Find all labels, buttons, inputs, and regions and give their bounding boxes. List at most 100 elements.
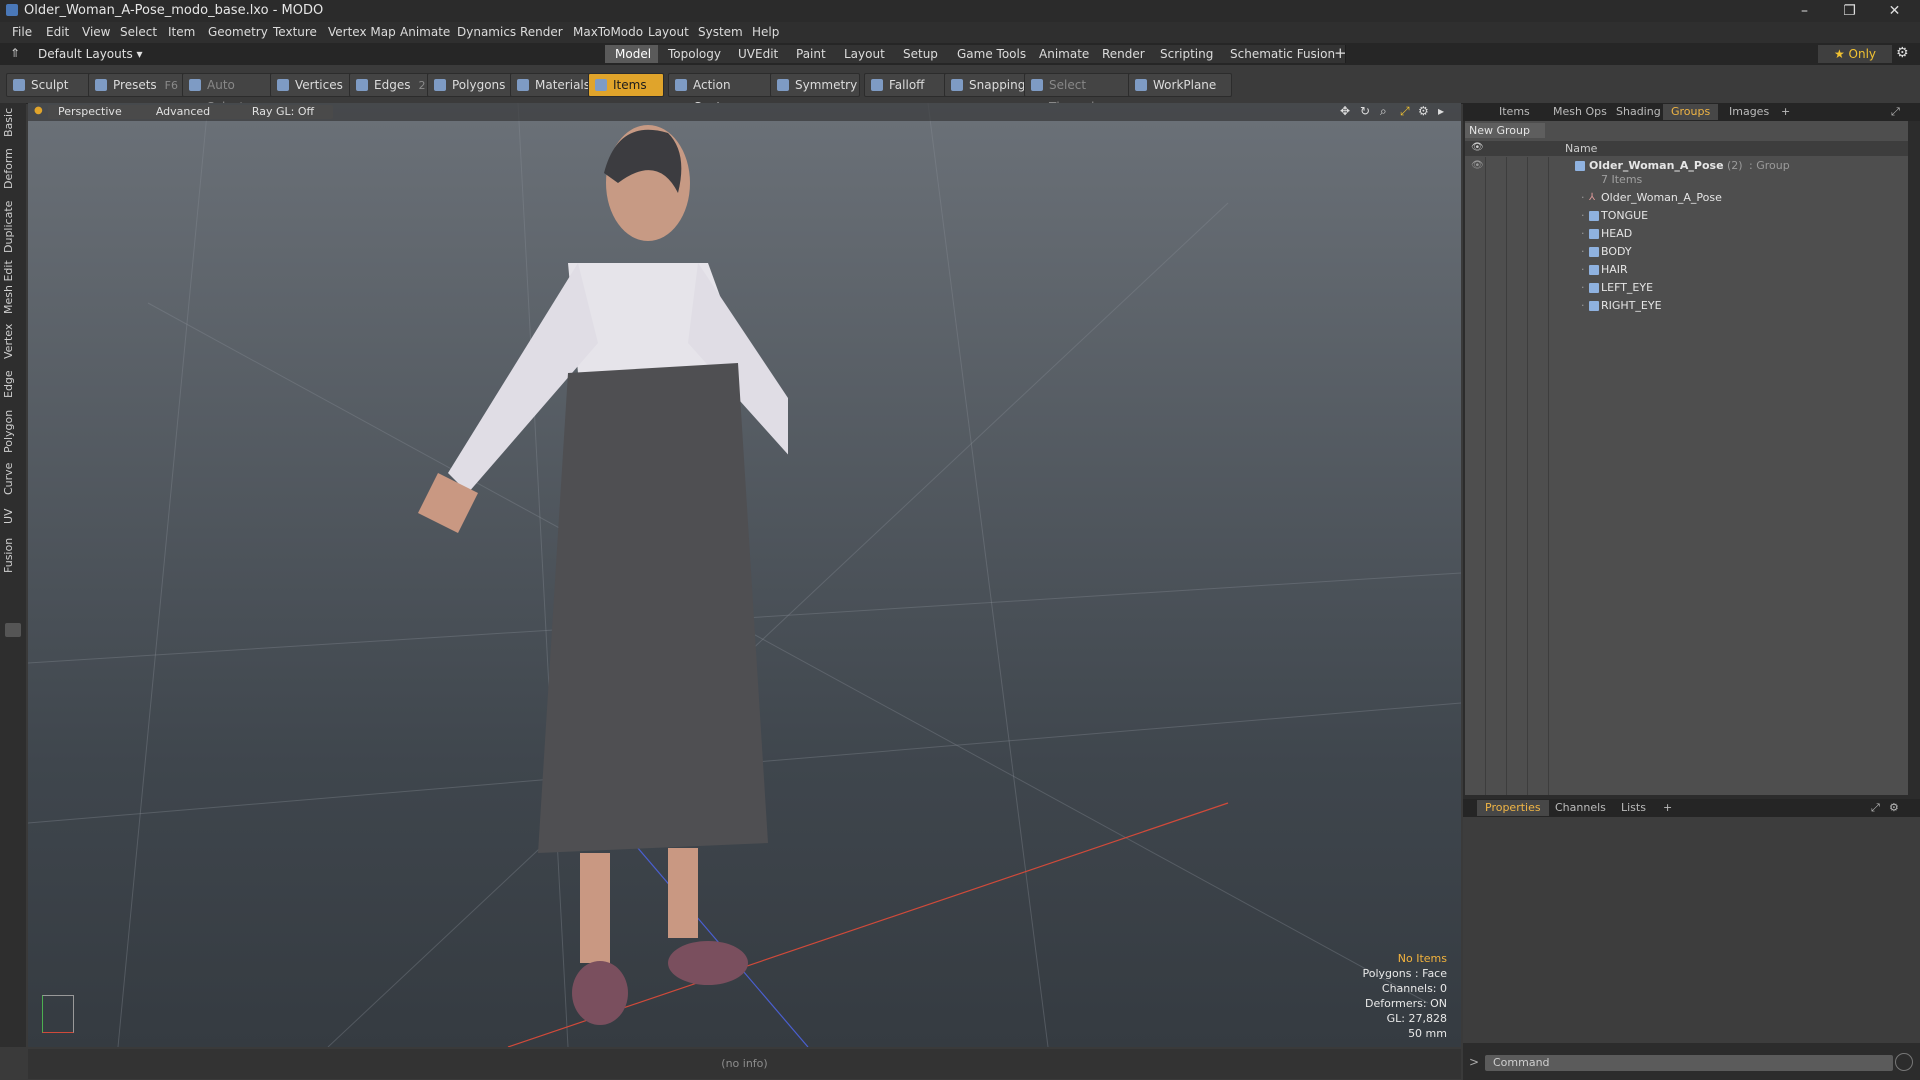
add-bottom-tab-icon[interactable]: + [1655,800,1680,816]
tab-lists[interactable]: Lists [1613,800,1654,816]
list-item[interactable]: · HAIR [1465,261,1908,279]
sidetab-edge[interactable]: Edge [2,365,24,403]
tab-schematic-fusion[interactable]: Schematic Fusion [1220,45,1347,63]
polygons-icon [434,79,446,91]
sidetab-vertex[interactable]: Vertex [2,319,24,363]
sidetab-mesh-edit[interactable]: Mesh Edit [2,259,24,315]
sidetab-fusion[interactable]: Fusion [2,533,24,577]
3d-viewport[interactable]: ● Perspective Advanced Ray GL: Off ✥ ↻ ⌕… [28,103,1461,1047]
visibility-col-icon[interactable]: 👁 [1471,142,1484,153]
sidetab-duplicate[interactable]: Duplicate [2,199,24,255]
fit-view-icon[interactable]: ⤢ [1400,104,1410,119]
add-panel-tab-icon[interactable]: + [1773,104,1798,120]
menu-vertex-map[interactable]: Vertex Map [328,25,396,39]
tab-channels[interactable]: Channels [1547,800,1614,816]
move-view-icon[interactable]: ✥ [1340,104,1350,118]
viewport-expand-icon[interactable]: ▸ [1438,104,1444,118]
command-prompt-icon: > [1469,1055,1480,1069]
menu-select[interactable]: Select [120,25,157,39]
item-label: BODY [1601,245,1632,258]
rotate-view-icon[interactable]: ↻ [1360,104,1370,118]
tab-game-tools[interactable]: Game Tools [947,45,1038,63]
tab-scripting[interactable]: Scripting [1150,45,1225,63]
select-through-button[interactable]: Select Through [1024,73,1138,114]
panel-maximize-icon[interactable]: ⤢ [1883,104,1908,120]
list-item[interactable]: · RIGHT_EYE [1465,297,1908,315]
sidetab-uv[interactable]: UV [2,503,24,529]
action-center-icon [675,79,687,91]
sculpt-button[interactable]: Sculpt [6,73,90,97]
add-tab-button[interactable]: + [1334,44,1347,62]
items-button[interactable]: Items [588,73,664,97]
collapse-icon[interactable]: ⇑ [10,46,20,60]
gear-icon[interactable]: ⚙ [1896,45,1909,61]
shading-dropdown[interactable]: Advanced [128,105,238,119]
menu-help[interactable]: Help [752,25,779,39]
auto-select-button[interactable]: Auto Select [182,73,276,114]
sidetab-polygon[interactable]: Polygon [2,407,24,455]
viewport-menu-icon[interactable]: ● [34,105,43,116]
character-model[interactable] [368,113,788,1033]
bottom-panel-gear-icon[interactable]: ⚙ [1881,800,1907,816]
zoom-view-icon[interactable]: ⌕ [1380,104,1387,119]
list-item[interactable]: · BODY [1465,243,1908,261]
symmetry-button[interactable]: Symmetry [770,73,860,97]
falloff-button[interactable]: Falloff [864,73,948,97]
tab-setup[interactable]: Setup [893,45,949,63]
tab-layout[interactable]: Layout [834,45,896,63]
sidetab-deform[interactable]: Deform [2,145,24,193]
raygl-toggle[interactable]: Ray GL: Off [233,105,333,119]
tab-animate[interactable]: Animate [1029,45,1101,63]
close-button[interactable]: ✕ [1872,0,1917,22]
tab-render[interactable]: Render [1092,45,1156,63]
menu-layout[interactable]: Layout [648,25,689,39]
list-item[interactable]: · TONGUE [1465,207,1908,225]
menu-maxtomodo[interactable]: MaxToModo [573,25,643,39]
viewport-settings-icon[interactable]: ⚙ [1418,104,1429,118]
menu-animate[interactable]: Animate [400,25,450,39]
tab-model[interactable]: Model [605,45,663,63]
menu-item[interactable]: Item [168,25,195,39]
menu-view[interactable]: View [82,25,110,39]
properties-panel [1463,817,1920,1043]
bottom-panel-tabs: Properties Channels Lists + ⤢ ⚙ [1463,799,1920,817]
only-toggle[interactable]: ★ Only [1818,45,1892,63]
tab-topology[interactable]: Topology [658,45,732,63]
list-item[interactable]: · LEFT_EYE [1465,279,1908,297]
new-group-button[interactable]: New Group [1465,123,1545,138]
menu-edit[interactable]: Edit [46,25,69,39]
menu-geometry[interactable]: Geometry [208,25,268,39]
presets-button[interactable]: Presets F6 [88,73,192,97]
restore-button[interactable]: ❐ [1827,0,1872,22]
title-bar: Older_Woman_A-Pose_modo_base.lxo - MODO … [0,0,1920,22]
menu-dynamics[interactable]: Dynamics [457,25,516,39]
tab-paint[interactable]: Paint [786,45,837,63]
default-layouts-dropdown[interactable]: Default Layouts ▾ [38,47,143,61]
command-input[interactable]: Command [1485,1055,1893,1071]
menu-file[interactable]: File [12,25,32,39]
minimize-button[interactable]: – [1782,0,1827,22]
list-header: 👁 Name [1465,141,1908,156]
edges-shortcut: 2 [418,79,426,92]
workplane-button[interactable]: WorkPlane [1128,73,1232,97]
tab-shading[interactable]: Shading [1608,104,1669,120]
name-column-header[interactable]: Name [1565,142,1597,155]
sidetab-curve[interactable]: Curve [2,459,24,499]
command-history-icon[interactable] [1895,1053,1913,1071]
tab-properties[interactable]: Properties [1477,800,1549,816]
tab-items[interactable]: Items [1491,104,1538,120]
menu-render[interactable]: Render [520,25,563,39]
items-count-label: 7 Items [1601,173,1643,186]
tab-uvedit[interactable]: UVEdit [728,45,790,63]
list-item[interactable]: · HEAD [1465,225,1908,243]
action-center-button[interactable]: Action Center [668,73,782,114]
menu-texture[interactable]: Texture [273,25,317,39]
tab-images[interactable]: Images [1721,104,1777,120]
tab-groups[interactable]: Groups [1663,104,1719,120]
menu-system[interactable]: System [698,25,743,39]
sidetab-basic[interactable]: Basic [2,105,24,139]
view-type-dropdown[interactable]: Perspective [48,105,134,119]
tab-mesh-ops[interactable]: Mesh Ops [1545,104,1615,120]
panel-toggle-icon[interactable] [5,623,21,637]
list-item[interactable]: · ⅄ Older_Woman_A_Pose [1465,189,1908,207]
